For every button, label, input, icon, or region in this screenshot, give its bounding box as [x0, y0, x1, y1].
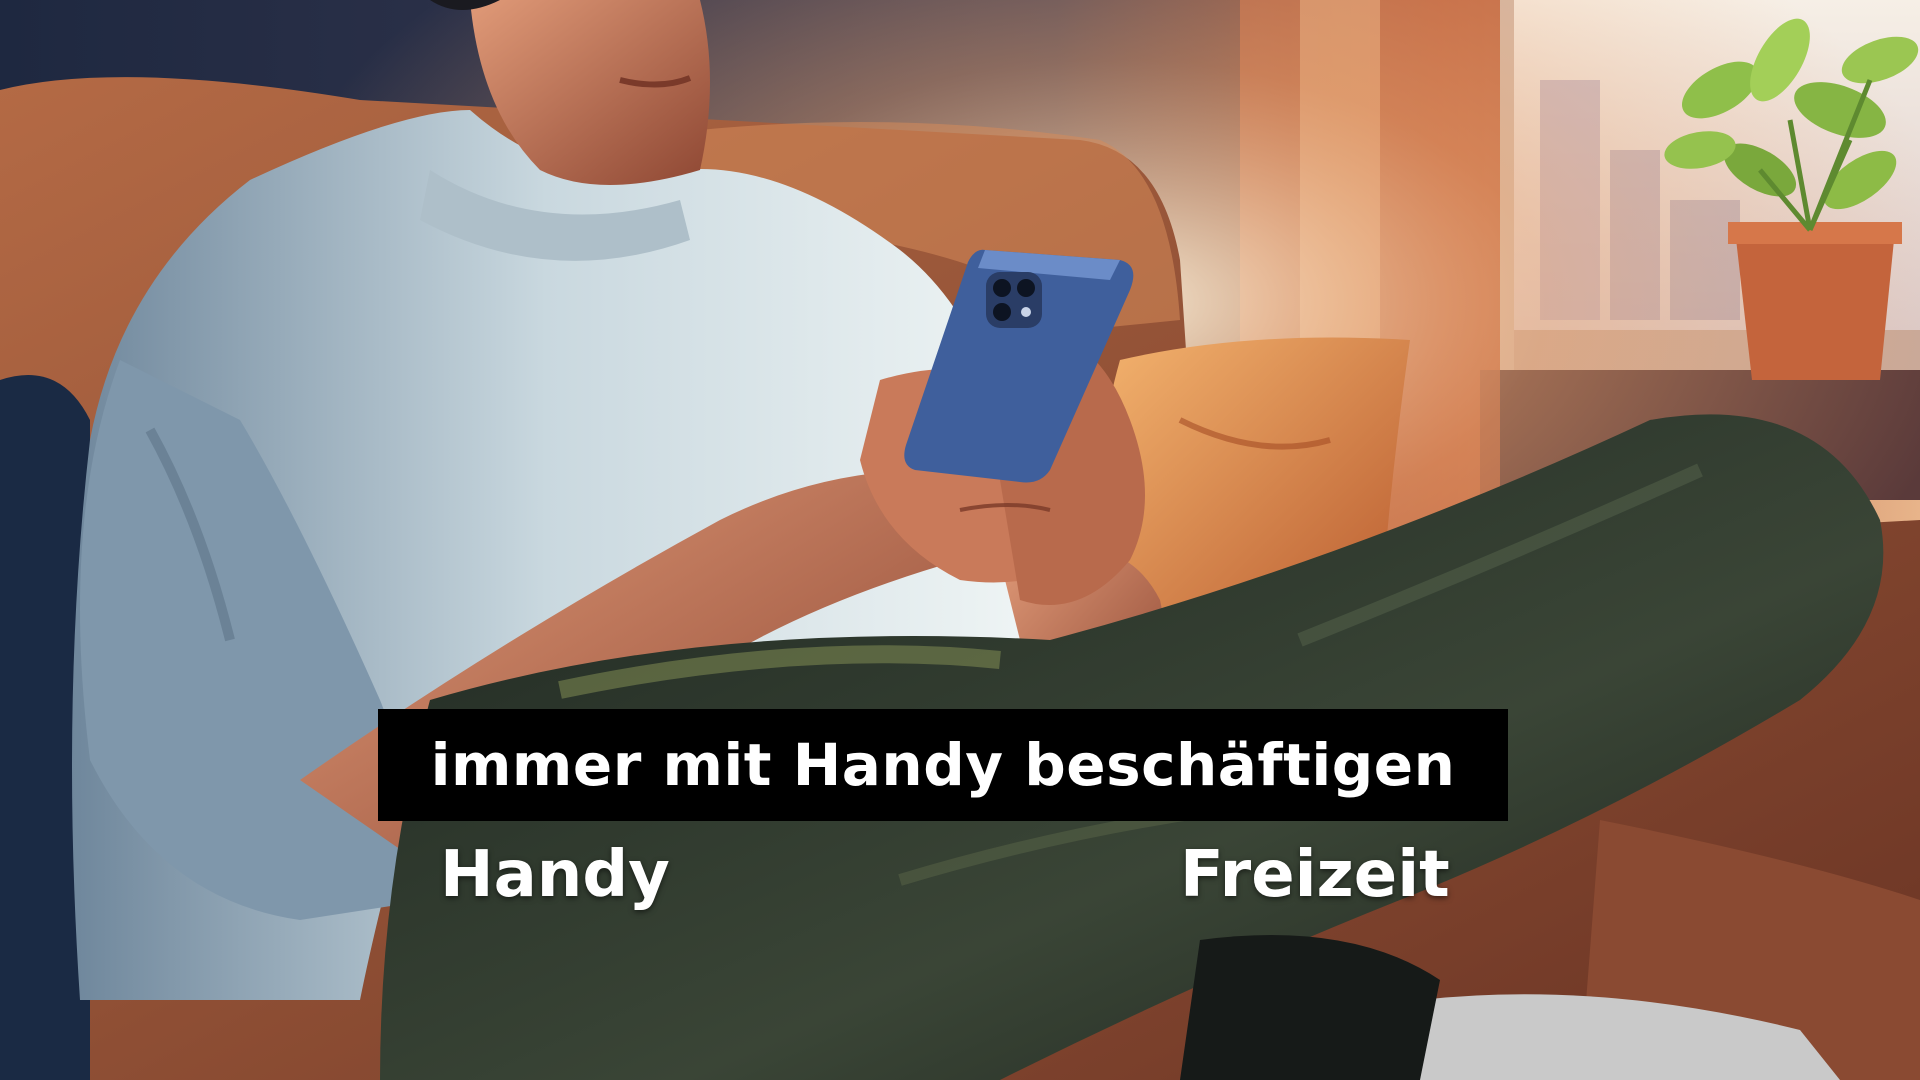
word-label-handy: Handy — [440, 838, 670, 912]
scene-illustration — [0, 0, 1920, 1080]
caption-box: immer mit Handy beschäftigen — [378, 709, 1508, 821]
caption-text: immer mit Handy beschäftigen — [430, 731, 1456, 799]
word-label-freizeit: Freizeit — [1180, 838, 1450, 912]
image-canvas: immer mit Handy beschäftigen Handy Freiz… — [0, 0, 1920, 1080]
